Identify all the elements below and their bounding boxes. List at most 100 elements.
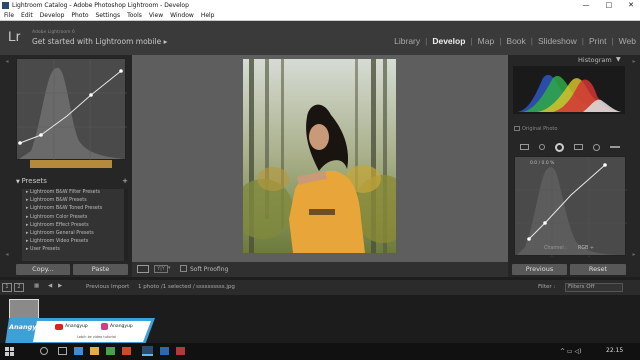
channel-select[interactable]: RGB ÷ (578, 246, 594, 251)
menu-photo[interactable]: Photo (71, 11, 88, 20)
curve-point[interactable] (543, 221, 547, 225)
clock: 22.15 (606, 347, 624, 354)
radial-filter-icon[interactable] (593, 143, 600, 151)
previous-import-label[interactable]: Previous Import (86, 284, 129, 290)
tone-curve (514, 156, 627, 257)
curve-point[interactable] (527, 237, 531, 241)
collapse-arrow-icon[interactable]: ▸ (632, 58, 635, 65)
adjustment-brush-icon[interactable] (610, 146, 620, 148)
minimize-button[interactable]: — (583, 0, 590, 11)
red-eye-icon[interactable] (555, 142, 564, 152)
preset-folder[interactable]: ▸ Lightroom Color Presets (22, 214, 128, 222)
page-2-button[interactable]: 2 (14, 283, 24, 292)
module-library[interactable]: Library (394, 36, 420, 46)
collapse-arrow-icon[interactable]: ◂ (5, 58, 8, 65)
forward-arrow-icon[interactable]: ▶ (58, 283, 62, 289)
paste-button[interactable]: Paste (73, 264, 128, 275)
add-preset-icon[interactable]: + (122, 177, 128, 185)
windows-start-icon[interactable] (5, 347, 14, 356)
task-view-icon[interactable] (58, 347, 67, 355)
menu-settings[interactable]: Settings (96, 11, 121, 20)
tool-strip (515, 140, 625, 154)
watermark-name: Anangyup (9, 323, 46, 331)
dropdown-arrow-icon[interactable]: ▾ (168, 265, 171, 271)
preset-folder-label: Lightroom Effect Presets (29, 222, 89, 228)
curve-point[interactable] (89, 93, 93, 97)
preset-folder[interactable]: ▸ Lightroom B&W Filter Presets (22, 189, 128, 197)
curve-point[interactable] (18, 141, 22, 145)
lightroom-taskbar-icon[interactable] (142, 346, 153, 356)
file-explorer-icon[interactable] (90, 347, 99, 355)
page-1-button[interactable]: 1 (2, 283, 12, 292)
preset-folder[interactable]: ▸ Lightroom B&W Presets (22, 197, 128, 205)
navigator-thumbnail[interactable] (30, 160, 112, 168)
left-panel-arrows: ◂ ◂ (2, 58, 12, 258)
graduated-filter-icon[interactable] (574, 144, 583, 150)
preset-folder-label: Lightroom General Presets (29, 230, 94, 236)
preset-folder[interactable]: ▸ Lightroom General Presets (22, 230, 128, 238)
right-panel-arrows: ▸ ▸ (629, 58, 639, 258)
edge-icon[interactable] (74, 347, 83, 355)
menu-window[interactable]: Window (170, 11, 194, 20)
tray-icons[interactable]: ^ ▭ ◁) (560, 348, 581, 355)
menu-file[interactable]: File (4, 11, 14, 20)
back-arrow-icon[interactable]: ◀ (48, 283, 52, 289)
checkbox-icon[interactable] (180, 265, 187, 272)
menu-edit[interactable]: Edit (21, 11, 33, 20)
collapse-arrow-icon[interactable]: ▸ (632, 251, 635, 258)
youtube-icon (55, 324, 63, 330)
preset-folder-label: Lightroom Color Presets (29, 214, 88, 220)
store-icon[interactable] (106, 347, 115, 355)
preset-folder-label: User Presets (29, 247, 60, 253)
app-icon[interactable] (160, 347, 169, 355)
close-button[interactable]: ✕ (628, 0, 634, 11)
original-photo-label: Original Photo (522, 126, 558, 132)
module-book[interactable]: Book (506, 36, 525, 46)
preset-folder[interactable]: ▸ Lightroom Video Presets (22, 238, 128, 246)
menu-view[interactable]: View (149, 11, 163, 20)
window-title: Lightroom Catalog - Adobe Photoshop Ligh… (12, 2, 189, 9)
maximize-button[interactable]: □ (606, 0, 613, 11)
module-map[interactable]: Map (478, 36, 495, 46)
menu-tools[interactable]: Tools (127, 11, 142, 20)
disclosure-triangle-icon[interactable]: ▼ (616, 56, 621, 63)
instagram-icon (101, 323, 108, 330)
curve-point[interactable] (39, 133, 43, 137)
curve-point[interactable] (603, 163, 607, 167)
before-after-icon[interactable]: Y|Y (154, 265, 168, 273)
spot-removal-icon[interactable] (539, 144, 545, 150)
presets-title: Presets (21, 177, 47, 185)
curve-point[interactable] (119, 69, 123, 73)
app-icon[interactable] (176, 347, 185, 355)
previous-button[interactable]: Previous (512, 264, 567, 275)
preset-folder[interactable]: ▸ User Presets (22, 246, 128, 254)
main-photo[interactable] (243, 59, 396, 253)
presets-scrollbar[interactable] (124, 189, 128, 261)
menu-bar: File Edit Develop Photo Settings Tools V… (0, 11, 640, 21)
menu-help[interactable]: Help (201, 11, 215, 20)
preset-folder-label: Lightroom B&W Toned Presets (29, 206, 103, 212)
preset-folder-label: Lightroom B&W Presets (29, 198, 87, 204)
module-print[interactable]: Print (589, 36, 606, 46)
search-icon[interactable] (40, 347, 48, 355)
office-icon[interactable] (122, 347, 131, 355)
soft-proofing-label[interactable]: Soft Proofing (190, 266, 228, 273)
module-web[interactable]: Web (619, 36, 636, 46)
module-slideshow[interactable]: Slideshow (538, 36, 577, 46)
menu-develop[interactable]: Develop (40, 11, 65, 20)
filter-select[interactable]: Filters Off (565, 283, 623, 292)
module-develop[interactable]: Develop (432, 36, 465, 46)
loupe-view-icon[interactable] (137, 265, 149, 273)
collapse-arrow-icon[interactable]: ◂ (5, 251, 8, 258)
grid-icon[interactable]: ▦ (34, 283, 39, 289)
preset-folder[interactable]: ▸ Lightroom Effect Presets (22, 222, 128, 230)
crop-tool-icon[interactable] (520, 144, 529, 150)
youtube-handle: Anangyup (65, 324, 88, 329)
filter-label: Filter : (538, 284, 556, 290)
copy-button[interactable]: Copy... (16, 264, 70, 275)
preset-folder[interactable]: ▸ Lightroom B&W Toned Presets (22, 205, 128, 213)
presets-list: ▸ Lightroom B&W Filter Presets ▸ Lightro… (22, 189, 128, 261)
mobile-link[interactable]: Get started with Lightroom mobile ▸ (32, 37, 167, 46)
reset-button[interactable]: Reset (570, 264, 626, 275)
presets-header[interactable]: ▼ Presets + (16, 177, 128, 187)
